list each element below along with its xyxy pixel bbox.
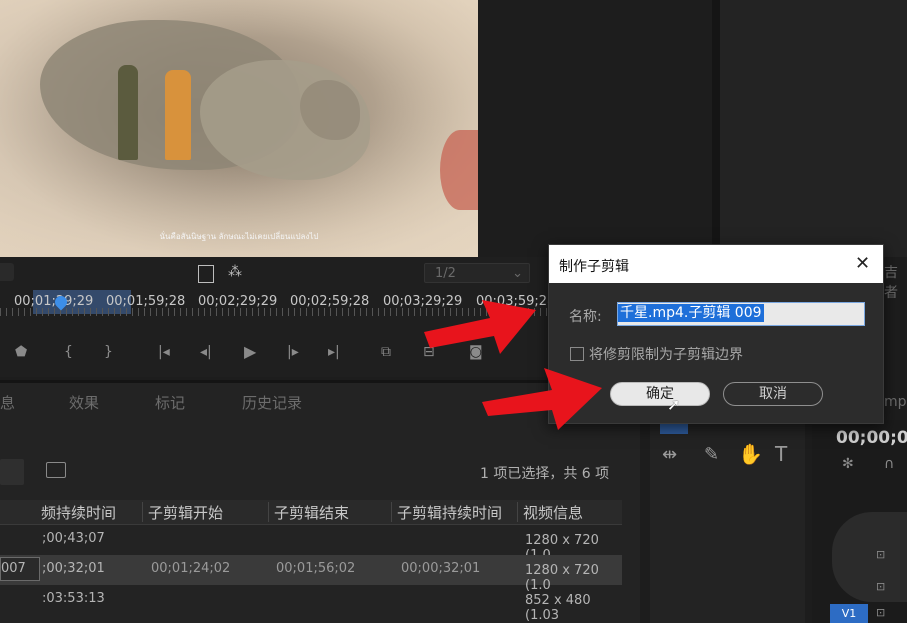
ok-button[interactable]: 确定 [610, 382, 710, 406]
table-row[interactable]: :03:53:13 852 x 480 (1.03 [0, 585, 622, 623]
panel-divider [712, 0, 720, 257]
tab-markers[interactable]: 标记 [155, 392, 185, 413]
cell-duration: ;00;32;01 [42, 561, 105, 576]
track-header-area [832, 512, 907, 602]
mark-in-icon[interactable]: { [64, 344, 73, 360]
sequence-tab-fragment[interactable]: mp [884, 394, 907, 410]
scene-person [165, 70, 191, 160]
mouse-cursor-icon: ➚ [667, 395, 681, 414]
cell-duration: :03:53:13 [42, 591, 105, 606]
cell-video-info: 852 x 480 (1.03 [525, 593, 591, 623]
program-monitor [720, 0, 907, 257]
scene-hand [440, 130, 478, 210]
drag-audio-icon[interactable]: ⁂ [228, 264, 242, 280]
column-header[interactable]: 子剪辑持续时间 [397, 502, 502, 523]
play-icon[interactable]: ▶ [244, 342, 256, 361]
restrict-trim-label[interactable]: 将修剪限制为子剪辑边界 [589, 344, 743, 364]
tab-history[interactable]: 历史记录 [242, 392, 302, 413]
timecode-label: 00;02;29;29 [198, 294, 278, 309]
subclip-name-input[interactable]: 千星.mp4.子剪辑 009 [617, 302, 865, 326]
dialog-title: 制作子剪辑 [559, 259, 629, 275]
chevron-down-icon: ⌄ [512, 266, 523, 281]
right-tab-fragment[interactable]: 吉者 [884, 262, 907, 302]
subclip-name-value: 千星.mp4.子剪辑 009 [618, 304, 764, 322]
tab-effects[interactable]: 效果 [69, 392, 99, 413]
column-header[interactable]: 视频信息 [523, 502, 583, 523]
lock-icon[interactable]: ⊡ [876, 548, 885, 561]
column-header[interactable]: 子剪辑结束 [274, 502, 349, 523]
cell-subclip-start: 00;01;24;02 [151, 561, 231, 576]
column-divider[interactable] [142, 502, 143, 522]
red-arrow-icon [424, 300, 536, 354]
close-icon[interactable]: ✕ [855, 253, 870, 274]
go-to-out-icon[interactable]: ▸| [328, 344, 340, 360]
search-input[interactable] [0, 459, 24, 485]
restrict-trim-checkbox[interactable] [570, 347, 584, 361]
lock-icon[interactable]: ⊡ [876, 580, 885, 593]
cancel-button[interactable]: 取消 [723, 382, 823, 406]
zoom-dropdown[interactable] [0, 263, 14, 281]
resolution-value: 1/2 [435, 266, 456, 281]
tab-info[interactable]: 息 [0, 392, 15, 413]
new-search-bin-icon[interactable] [46, 462, 66, 478]
mark-out-icon[interactable]: } [104, 344, 113, 360]
cell-subclip-duration: 00;00;32;01 [401, 561, 481, 576]
timeline-timecode[interactable]: 00;00;0 [836, 428, 907, 448]
add-marker-icon[interactable]: ⬟ [15, 344, 27, 360]
cell-duration: ;00;43;07 [42, 531, 105, 546]
track-v1-target[interactable]: V1 [830, 604, 868, 623]
track-select-icon[interactable]: ⇹ [662, 444, 677, 465]
hand-tool-icon[interactable]: ✋ [738, 442, 763, 466]
linked-selection-icon[interactable]: ∩ [884, 456, 894, 472]
type-tool-icon[interactable]: T [775, 442, 787, 466]
cell-subclip-end: 00;01;56;02 [276, 561, 356, 576]
timecode-label: 00;01;59;28 [106, 294, 186, 309]
resolution-dropdown[interactable]: 1/2 ⌄ [424, 263, 530, 283]
video-preview: นั่นคือสันนิษฐาน ลักษณะไม่เคยเปลี่ยนแปลง… [0, 0, 478, 257]
timecode-label: 00;02;59;28 [290, 294, 370, 309]
selection-info: 1 项已选择，共 6 项 [480, 466, 610, 482]
go-to-in-icon[interactable]: |◂ [158, 344, 170, 360]
snap-icon[interactable]: ✻ [842, 456, 854, 472]
table-row[interactable]: ;00;43;07 1280 x 720 (1.0 [0, 525, 622, 563]
drag-video-icon[interactable] [198, 265, 214, 283]
scene-person [118, 65, 138, 160]
insert-icon[interactable]: ⧉ [381, 344, 391, 360]
column-divider[interactable] [517, 502, 518, 522]
step-back-icon[interactable]: ◂| [200, 344, 212, 360]
video-subtitle: นั่นคือสันนิษฐาน ลักษณะไม่เคยเปลี่ยนแปลง… [159, 232, 319, 241]
column-header[interactable]: 频持续时间 [41, 502, 116, 523]
cell-name-edit[interactable]: 007 [0, 557, 40, 581]
pen-tool-icon[interactable]: ✎ [704, 444, 719, 465]
red-arrow-icon [482, 368, 602, 430]
step-forward-icon[interactable]: |▸ [287, 344, 299, 360]
table-row-selected[interactable]: 007 ;00;32;01 00;01;24;02 00;01;56;02 00… [0, 555, 622, 593]
name-label: 名称: [569, 309, 602, 325]
column-divider[interactable] [391, 502, 392, 522]
column-header[interactable]: 子剪辑开始 [148, 502, 223, 523]
lock-icon[interactable]: ⊡ [876, 606, 885, 619]
column-divider[interactable] [268, 502, 269, 522]
